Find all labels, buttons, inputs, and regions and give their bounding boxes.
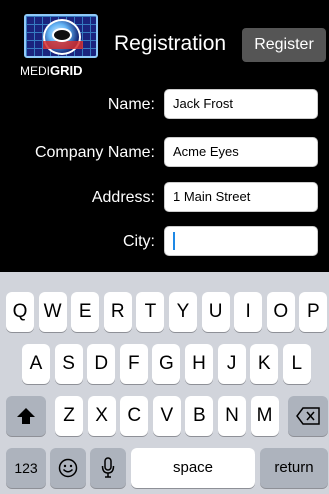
key-t[interactable]: T [136, 292, 165, 332]
key-b[interactable]: B [185, 396, 214, 436]
space-key[interactable]: space [131, 448, 255, 488]
logo-emblem [24, 14, 98, 58]
key-k[interactable]: K [250, 344, 279, 384]
key-m[interactable]: M [250, 396, 279, 436]
city-label: City: [123, 233, 155, 250]
shift-key[interactable] [6, 396, 46, 436]
register-button[interactable]: Register [242, 28, 326, 62]
key-i[interactable]: I [234, 292, 263, 332]
key-a[interactable]: A [22, 344, 50, 384]
key-u[interactable]: U [201, 292, 230, 332]
key-h[interactable]: H [185, 344, 213, 384]
onscreen-keyboard: QWERTYUIOP ASDFGHJKL ZXCVBNM 123 space r… [0, 272, 329, 494]
dictation-key[interactable] [90, 448, 126, 488]
key-c[interactable]: C [120, 396, 149, 436]
key-d[interactable]: D [87, 344, 116, 384]
numbers-key[interactable]: 123 [6, 448, 46, 488]
name-field[interactable]: Jack Frost [164, 89, 318, 119]
address-label: Address: [91, 189, 155, 206]
company-name-label: Company Name: [34, 144, 155, 161]
logo-text: MEDIGRID [20, 63, 83, 78]
key-g[interactable]: G [152, 344, 181, 384]
text-cursor [173, 231, 175, 250]
return-key[interactable]: return [260, 448, 328, 488]
key-q[interactable]: Q [6, 292, 34, 332]
key-o[interactable]: O [266, 292, 295, 332]
key-j[interactable]: J [217, 344, 246, 384]
backspace-icon [296, 407, 320, 425]
emoji-key[interactable] [50, 448, 86, 488]
key-y[interactable]: Y [169, 292, 197, 332]
key-r[interactable]: R [103, 292, 132, 332]
key-z[interactable]: Z [55, 396, 83, 436]
key-x[interactable]: X [87, 396, 116, 436]
key-e[interactable]: E [71, 292, 100, 332]
microphone-icon [101, 457, 115, 478]
page-title: Registration [114, 32, 227, 55]
key-v[interactable]: V [152, 396, 181, 436]
name-label: Name: [107, 96, 155, 113]
delete-key[interactable] [288, 396, 328, 436]
city-field[interactable] [164, 226, 318, 256]
key-p[interactable]: P [299, 292, 328, 332]
key-f[interactable]: F [119, 344, 148, 384]
shift-icon [17, 407, 35, 424]
company-name-field[interactable]: Acme Eyes [164, 137, 318, 167]
medigrid-logo: MEDIGRID [20, 14, 108, 80]
key-l[interactable]: L [282, 344, 311, 384]
address-field[interactable]: 1 Main Street [164, 182, 318, 212]
key-w[interactable]: W [38, 292, 67, 332]
key-s[interactable]: S [54, 344, 83, 384]
key-n[interactable]: N [218, 396, 246, 436]
emoji-icon [58, 458, 78, 478]
